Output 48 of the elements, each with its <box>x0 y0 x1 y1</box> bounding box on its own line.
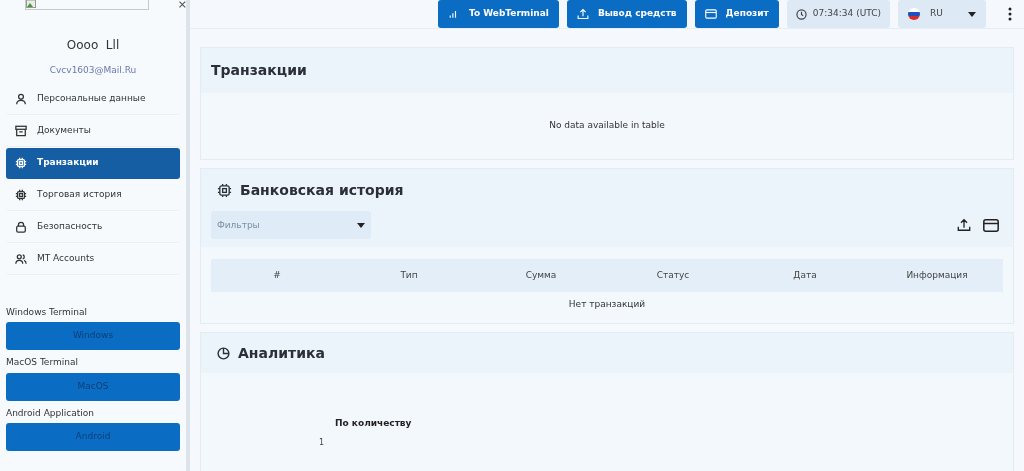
nav-item[interactable]: Транзакции <box>6 147 180 179</box>
language-dropdown[interactable]: RU <box>898 0 986 28</box>
user-email: Cvcv1603@Mail.Ru <box>49 64 137 77</box>
column-header: Дата <box>793 268 817 282</box>
clock-display: 07:34:34 (UTC) <box>786 0 890 28</box>
lock-icon <box>15 220 27 233</box>
close-icon[interactable] <box>179 1 186 8</box>
upload-icon <box>576 8 589 20</box>
axis-label: 1 <box>319 438 326 447</box>
download-caption: Windows Terminal <box>6 305 89 319</box>
empty-message: Нет транзакций <box>568 298 646 312</box>
chip-icon <box>15 157 27 169</box>
clock-icon <box>795 8 807 20</box>
nav-item[interactable]: Документы <box>6 115 180 147</box>
toolbar-button[interactable]: To WebTerminal <box>437 0 559 28</box>
more-icon[interactable] <box>1008 7 1012 21</box>
chip-icon <box>15 188 27 201</box>
toolbar-button[interactable]: Вывод средств <box>566 0 687 28</box>
filter-dropdown[interactable]: Фильтры <box>211 211 371 239</box>
caret-icon <box>968 11 976 17</box>
nav-item[interactable]: Безопасность <box>6 211 180 243</box>
card-icon <box>704 8 717 20</box>
nav-item[interactable]: MT Accounts <box>6 243 180 275</box>
pie-chart-icon <box>217 346 230 360</box>
card-title: Транзакции <box>211 61 307 80</box>
column-header: Сумма <box>525 268 557 282</box>
download-caption: Android Application <box>6 406 95 420</box>
nav-item[interactable]: Персональные данные <box>6 83 180 115</box>
download-caption: MacOS Terminal <box>6 356 79 369</box>
nav-item[interactable]: Торговая история <box>6 179 180 211</box>
column-header: Статус <box>656 268 690 282</box>
column-header: Информация <box>906 268 968 282</box>
card-title: Банковская история <box>240 180 404 200</box>
person-icon <box>15 92 27 105</box>
upload-icon[interactable] <box>957 218 971 232</box>
toolbar-button[interactable]: Депозит <box>694 0 779 28</box>
empty-message: No data available in table <box>549 119 665 133</box>
people-icon <box>15 252 27 265</box>
user-name: Oooo Lll <box>66 37 120 54</box>
chart-title: По количеству <box>335 417 413 430</box>
chip-icon <box>217 182 232 198</box>
card-title: Аналитика <box>238 343 325 363</box>
card-icon[interactable] <box>983 218 999 232</box>
archive-icon <box>15 124 27 137</box>
caret-icon <box>357 223 365 228</box>
column-header: Тип <box>400 268 418 282</box>
flag-icon <box>908 8 920 20</box>
column-header: # <box>273 268 281 282</box>
